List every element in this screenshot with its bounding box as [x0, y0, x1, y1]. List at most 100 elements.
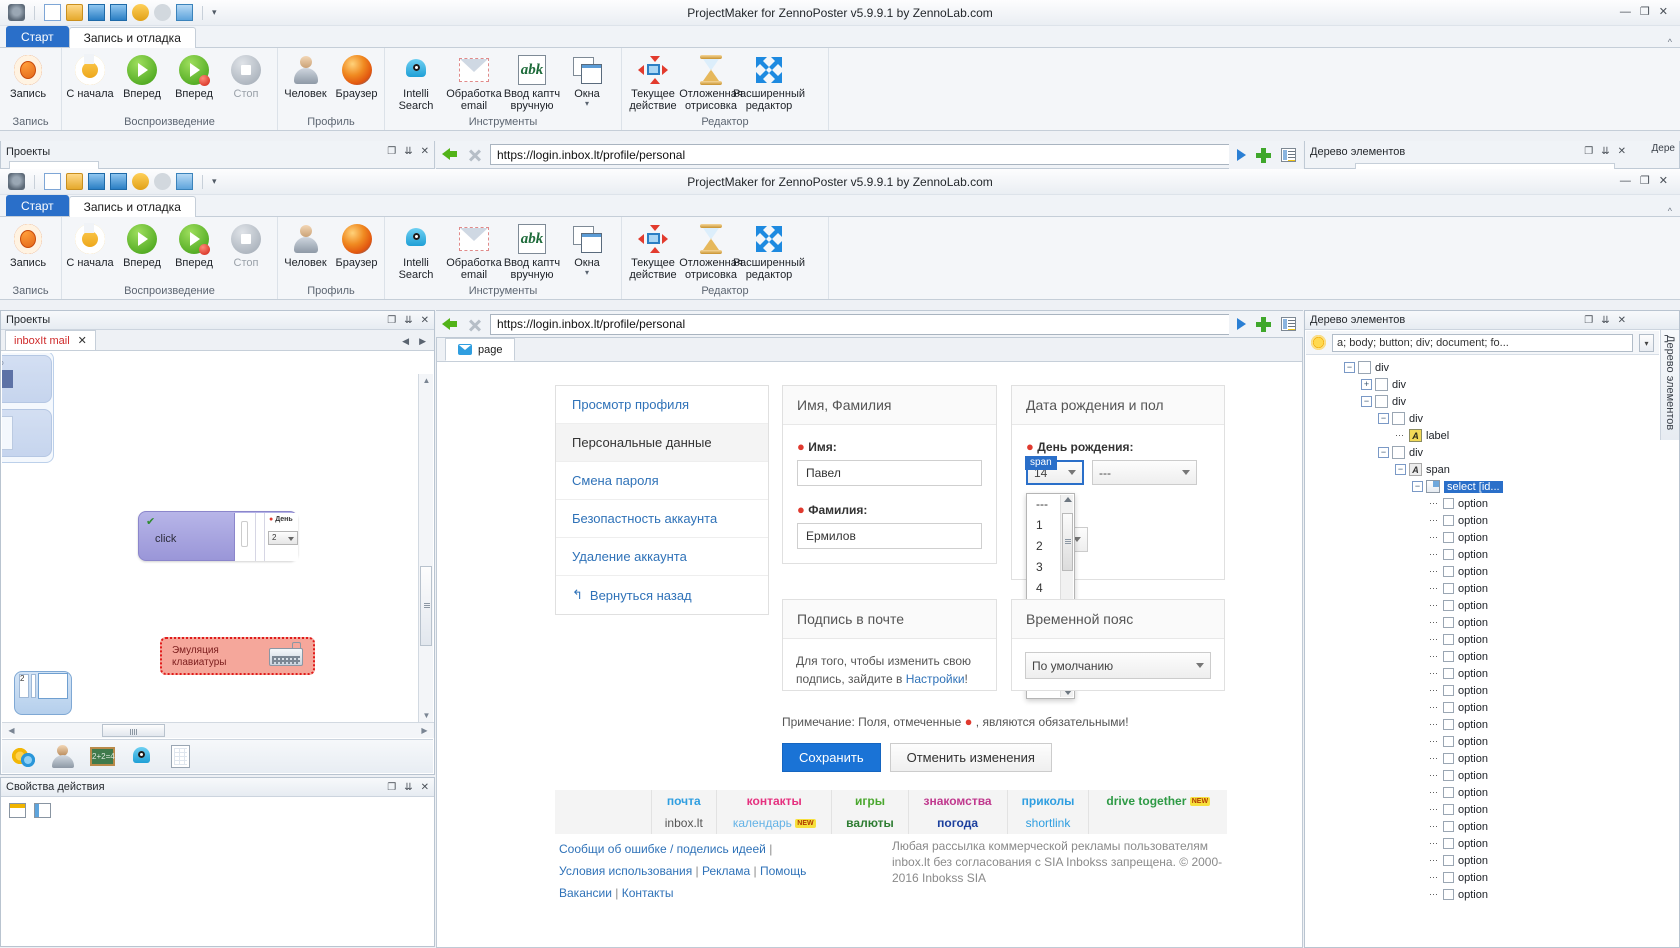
tree-node-option[interactable]: ⋯option: [1306, 665, 1659, 682]
ribbon-tabs-outer[interactable]: Старт Запись и отладка ^: [0, 26, 1680, 48]
quick-access-toolbar[interactable]: ▾: [4, 4, 217, 21]
tree-node-option[interactable]: ⋯option: [1306, 512, 1659, 529]
canvas-scroll-down-icon[interactable]: ▼: [419, 711, 434, 720]
ribbon-button-expand-editor[interactable]: Расширенный редактор: [740, 51, 798, 112]
pin-icon-projects[interactable]: ⇊: [404, 315, 412, 326]
ribbon-button-play[interactable]: Вперед: [116, 51, 168, 100]
collapse-icon[interactable]: −: [1378, 413, 1389, 424]
collapse-ribbon-icon[interactable]: ^: [1668, 37, 1680, 47]
nav-item-account-security[interactable]: Безопастность аккаунта: [556, 500, 768, 538]
footer-link-report-bug[interactable]: Сообщи об ошибке / поделись идеей: [559, 842, 766, 856]
collapse-icon[interactable]: −: [1378, 447, 1389, 458]
collapse-icon[interactable]: −: [1395, 464, 1406, 475]
close-button-2[interactable]: ✕: [1659, 176, 1668, 187]
save-as-icon-2[interactable]: [110, 173, 127, 190]
tree-node-div[interactable]: −div: [1306, 359, 1659, 376]
ribbon-button-current-action[interactable]: Текущее действие: [624, 220, 682, 281]
open-icon-2[interactable]: [66, 173, 83, 190]
properties-table-icon[interactable]: [9, 803, 26, 818]
ribbon-button-email[interactable]: Обработка email: [445, 51, 503, 112]
footer-link-valyuty[interactable]: валюты: [832, 812, 908, 834]
user-icon[interactable]: [51, 744, 76, 769]
tree-node-option[interactable]: ⋯option: [1306, 631, 1659, 648]
stop-x-icon[interactable]: [466, 316, 483, 333]
canvas-block-keyboard[interactable]: Эмуляция клавиатуры: [160, 637, 315, 675]
footer-link-jobs[interactable]: Вакансии: [559, 886, 612, 900]
footer-link-contacts[interactable]: Контакты: [622, 886, 674, 900]
canvas-scroll-up-icon[interactable]: ▲: [419, 376, 434, 385]
close-button[interactable]: ✕: [1659, 7, 1668, 18]
project-status-icons[interactable]: 2+2=4: [2, 739, 433, 773]
footer-link-help[interactable]: Помощь: [760, 864, 806, 878]
save-icon-2[interactable]: [88, 173, 105, 190]
page-tabs[interactable]: page: [437, 338, 1302, 362]
footer-link-shortlink[interactable]: shortlink: [1007, 812, 1089, 834]
ribbon-button-expand-editor[interactable]: Расширенный редактор: [740, 220, 798, 281]
footer-link-igry[interactable]: игры: [832, 790, 908, 812]
canvas-hscrollbar[interactable]: ◀ ▶: [2, 722, 434, 738]
tree-node-option[interactable]: ⋯option: [1306, 597, 1659, 614]
back-arrow-icon[interactable]: [442, 316, 459, 333]
canvas-block-click[interactable]: ✔ click ● День 2: [138, 511, 298, 561]
pin-icon-1[interactable]: ⇊: [404, 146, 412, 157]
project-nav-prev-icon[interactable]: ◀: [402, 336, 409, 347]
ribbon-button-record[interactable]: Запись: [2, 51, 54, 100]
close-icon-props[interactable]: ✕: [421, 782, 429, 793]
redo-icon-2[interactable]: [154, 173, 171, 190]
tree-node-option[interactable]: ⋯option: [1306, 614, 1659, 631]
element-tree-filter-caret-icon[interactable]: ▾: [1639, 334, 1654, 352]
nav-item-change-password[interactable]: Смена пароля: [556, 462, 768, 500]
maximize-button-2[interactable]: ❐: [1640, 176, 1650, 187]
redo-icon[interactable]: [154, 4, 171, 21]
tree-node-div[interactable]: −div: [1306, 410, 1659, 427]
ribbon-button-record[interactable]: Запись: [2, 220, 54, 269]
collapse-icon[interactable]: −: [1344, 362, 1355, 373]
page-tab[interactable]: page: [445, 338, 515, 361]
tree-node-option[interactable]: ⋯option: [1306, 886, 1659, 903]
tree-node-option[interactable]: ⋯option: [1306, 546, 1659, 563]
tree-node-option[interactable]: ⋯option: [1306, 699, 1659, 716]
minimize-button[interactable]: —: [1620, 7, 1631, 18]
dropdown-scroll-thumb[interactable]: [1062, 513, 1073, 571]
ribbon-button-restart[interactable]: С начала: [64, 51, 116, 100]
canvas-block-partial-2[interactable]: [2, 409, 52, 457]
new-icon[interactable]: [44, 4, 61, 21]
gears-icon[interactable]: [12, 744, 37, 769]
canvas-block-small[interactable]: 2: [14, 671, 72, 715]
ribbon-button-person[interactable]: Человек: [280, 51, 331, 100]
customize-icon[interactable]: ▾: [212, 7, 217, 18]
close-icon-1[interactable]: ✕: [421, 146, 429, 157]
cancel-button[interactable]: Отменить изменения: [890, 743, 1052, 772]
tree-node-option[interactable]: ⋯option: [1306, 580, 1659, 597]
footer-link-pogoda[interactable]: погода: [908, 812, 1007, 834]
nav-item-personal-data[interactable]: Персональные данные: [556, 424, 768, 462]
nav-item-delete-account[interactable]: Удаление аккаунта: [556, 538, 768, 576]
ribbon-button-windows[interactable]: Окна▾: [561, 220, 613, 277]
tree-node-option[interactable]: ⋯option: [1306, 750, 1659, 767]
tree-node-option[interactable]: ⋯option: [1306, 767, 1659, 784]
footer-link-pochta[interactable]: почта: [651, 790, 717, 812]
tree-node-div[interactable]: −div: [1306, 444, 1659, 461]
ribbon-button-stop[interactable]: Стоп: [220, 51, 272, 100]
element-tree-side-tab[interactable]: Дерево элементов: [1660, 330, 1679, 440]
nav-item-view-profile[interactable]: Просмотр профиля: [556, 386, 768, 424]
undo-icon-2[interactable]: [132, 173, 149, 190]
window-controls[interactable]: — ❐ ✕: [1620, 7, 1676, 18]
ribbon-button-firefox[interactable]: Браузер: [331, 220, 382, 269]
canvas-block-partial-1[interactable]: ие. Но ить: [2, 355, 52, 403]
back-arrow-icon-1[interactable]: [442, 146, 459, 163]
ribbon-button-email[interactable]: Обработка email: [445, 220, 503, 281]
ribbon-button-octopus[interactable]: Intelli Search: [387, 51, 445, 112]
footer-link-prikoly[interactable]: приколы: [1007, 790, 1089, 812]
project-tabs[interactable]: inboxIt mail ✕ ◀ ▶: [1, 330, 434, 351]
restore-icon-tree[interactable]: ❐: [1584, 315, 1593, 326]
octopus-icon[interactable]: [129, 744, 154, 769]
ribbon-button-octopus[interactable]: Intelli Search: [387, 220, 445, 281]
ribbon-button-restart[interactable]: С начала: [64, 220, 116, 269]
ribbon-button-play-breakpoint[interactable]: Вперед: [168, 220, 220, 269]
blackboard-icon[interactable]: 2+2=4: [90, 744, 115, 769]
footer-link-kalendar[interactable]: календарь NEW: [717, 812, 832, 834]
last-name-input[interactable]: [797, 523, 982, 549]
element-tree-filter-value[interactable]: a; body; button; div; document; fo...: [1337, 337, 1509, 349]
restore-icon-projects[interactable]: ❐: [387, 315, 396, 326]
